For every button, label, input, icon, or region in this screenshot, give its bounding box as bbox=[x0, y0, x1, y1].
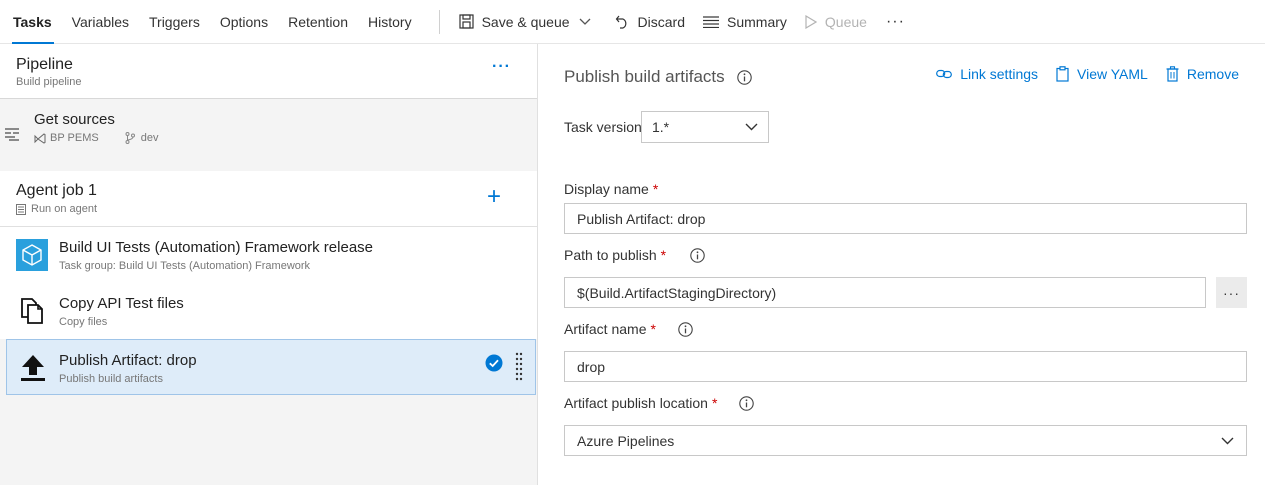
play-icon bbox=[805, 14, 817, 29]
repo-name: BP PEMS bbox=[50, 132, 99, 144]
browse-path-button[interactable]: ··· bbox=[1216, 277, 1247, 308]
branch-icon bbox=[125, 132, 135, 144]
view-yaml-label: View YAML bbox=[1077, 66, 1148, 82]
save-icon bbox=[458, 14, 474, 29]
discard-button[interactable]: Discard bbox=[606, 0, 694, 44]
link-icon bbox=[936, 69, 953, 79]
task-title: Build UI Tests (Automation) Framework re… bbox=[59, 239, 374, 256]
artifact-name-label: Artifact name * bbox=[564, 321, 693, 337]
info-icon[interactable] bbox=[690, 247, 705, 263]
server-icon bbox=[16, 203, 26, 215]
summary-label: Summary bbox=[727, 13, 787, 30]
pipeline-tasks-pane: Pipeline Build pipeline ··· Get sources … bbox=[0, 44, 538, 485]
artifact-name-input[interactable]: drop bbox=[564, 351, 1247, 382]
info-icon[interactable] bbox=[736, 69, 752, 85]
required-mark: * bbox=[711, 395, 718, 411]
artifact-name-label-text: Artifact name bbox=[564, 321, 647, 337]
info-icon[interactable] bbox=[739, 395, 755, 411]
task-item-publish-artifact[interactable]: Publish Artifact: drop Publish build art… bbox=[6, 339, 536, 395]
visual-studio-icon bbox=[34, 132, 46, 144]
required-mark: * bbox=[652, 181, 659, 197]
task-details-title-text: Publish build artifacts bbox=[564, 67, 725, 86]
publish-location-value: Azure Pipelines bbox=[577, 432, 675, 449]
tab-retention[interactable]: Retention bbox=[278, 0, 358, 44]
add-task-button[interactable]: + bbox=[487, 184, 501, 210]
get-sources-item[interactable]: Get sources BP PEMS dev bbox=[0, 99, 537, 171]
required-mark: * bbox=[660, 247, 667, 263]
publish-location-select[interactable]: Azure Pipelines bbox=[564, 425, 1247, 456]
pipeline-subtitle: Build pipeline bbox=[16, 76, 82, 88]
more-actions-button[interactable]: ··· bbox=[876, 0, 915, 44]
display-name-label: Display name * bbox=[564, 181, 658, 197]
tab-variables[interactable]: Variables bbox=[62, 0, 139, 44]
queue-label: Queue bbox=[824, 13, 867, 30]
remove-button[interactable]: Remove bbox=[1166, 66, 1239, 82]
agent-job-subtitle-text: Run on agent bbox=[31, 203, 98, 215]
path-to-publish-label: Path to publish * bbox=[564, 247, 705, 263]
required-mark: * bbox=[650, 321, 656, 337]
upload-icon bbox=[17, 352, 49, 384]
remove-label: Remove bbox=[1186, 66, 1239, 82]
path-to-publish-label-text: Path to publish bbox=[564, 247, 657, 263]
chevron-down-icon bbox=[579, 18, 591, 25]
view-yaml-button[interactable]: View YAML bbox=[1056, 66, 1148, 82]
task-subtitle: Task group: Build UI Tests (Automation) … bbox=[59, 260, 311, 272]
copy-files-icon bbox=[16, 295, 48, 327]
tab-options[interactable]: Options bbox=[210, 0, 278, 44]
task-item-copy-api-test-files[interactable]: Copy API Test files Copy files bbox=[0, 283, 537, 339]
task-version-select[interactable]: 1.* bbox=[641, 111, 769, 143]
pipeline-title: Pipeline bbox=[16, 56, 73, 73]
sources-icon bbox=[5, 128, 19, 141]
save-queue-button[interactable]: Save & queue bbox=[450, 0, 600, 44]
task-subtitle: Copy files bbox=[59, 316, 108, 328]
agent-job-subtitle: Run on agent bbox=[16, 203, 97, 215]
task-subtitle: Publish build artifacts bbox=[59, 373, 163, 385]
task-details-title: Publish build artifacts bbox=[564, 67, 752, 87]
task-title: Copy API Test files bbox=[59, 295, 184, 312]
pipeline-more-button[interactable]: ··· bbox=[492, 58, 511, 76]
publish-location-label-text: Artifact publish location bbox=[564, 395, 708, 411]
top-toolbar: Tasks Variables Triggers Options Retenti… bbox=[0, 0, 1265, 44]
tab-tasks[interactable]: Tasks bbox=[0, 0, 62, 44]
undo-icon bbox=[615, 15, 626, 29]
link-settings-label: Link settings bbox=[960, 66, 1039, 82]
save-queue-label: Save & queue bbox=[481, 13, 570, 30]
task-version-label: Task version bbox=[564, 119, 642, 135]
task-title: Publish Artifact: drop bbox=[59, 352, 197, 369]
path-to-publish-input[interactable]: $(Build.ArtifactStagingDirectory) bbox=[564, 277, 1206, 308]
pipeline-header[interactable]: Pipeline Build pipeline ··· bbox=[0, 44, 537, 99]
publish-location-label: Artifact publish location * bbox=[564, 395, 755, 411]
task-details-pane: Publish build artifacts Link settings Vi… bbox=[539, 44, 1265, 485]
drag-handle-icon[interactable] bbox=[515, 352, 523, 382]
display-name-label-text: Display name bbox=[564, 181, 649, 197]
task-version-value: 1.* bbox=[652, 119, 670, 135]
summary-button[interactable]: Summary bbox=[694, 0, 796, 44]
agent-job-title: Agent job 1 bbox=[16, 182, 97, 199]
chevron-down-icon bbox=[745, 123, 758, 131]
link-settings-button[interactable]: Link settings bbox=[936, 66, 1038, 82]
task-group-icon bbox=[16, 239, 48, 271]
enabled-check-icon[interactable] bbox=[485, 354, 503, 372]
get-sources-meta: BP PEMS dev bbox=[34, 132, 158, 144]
branch-name: dev bbox=[140, 132, 159, 144]
clipboard-icon bbox=[1056, 66, 1069, 82]
task-item-build-ui-tests[interactable]: Build UI Tests (Automation) Framework re… bbox=[0, 227, 537, 283]
discard-label: Discard bbox=[637, 13, 686, 30]
toolbar-divider bbox=[438, 9, 440, 34]
trash-icon bbox=[1166, 66, 1179, 82]
agent-job-item[interactable]: Agent job 1 Run on agent + bbox=[0, 171, 537, 227]
tab-history[interactable]: History bbox=[358, 0, 422, 44]
task-details-actions: Link settings View YAML Remove bbox=[918, 66, 1239, 82]
list-icon bbox=[703, 15, 720, 28]
get-sources-title: Get sources bbox=[34, 111, 115, 128]
tab-triggers[interactable]: Triggers bbox=[139, 0, 210, 44]
chevron-down-icon bbox=[1221, 437, 1234, 444]
queue-button[interactable]: Queue bbox=[796, 0, 876, 44]
display-name-input[interactable]: Publish Artifact: drop bbox=[564, 203, 1247, 234]
info-icon[interactable] bbox=[678, 321, 693, 337]
